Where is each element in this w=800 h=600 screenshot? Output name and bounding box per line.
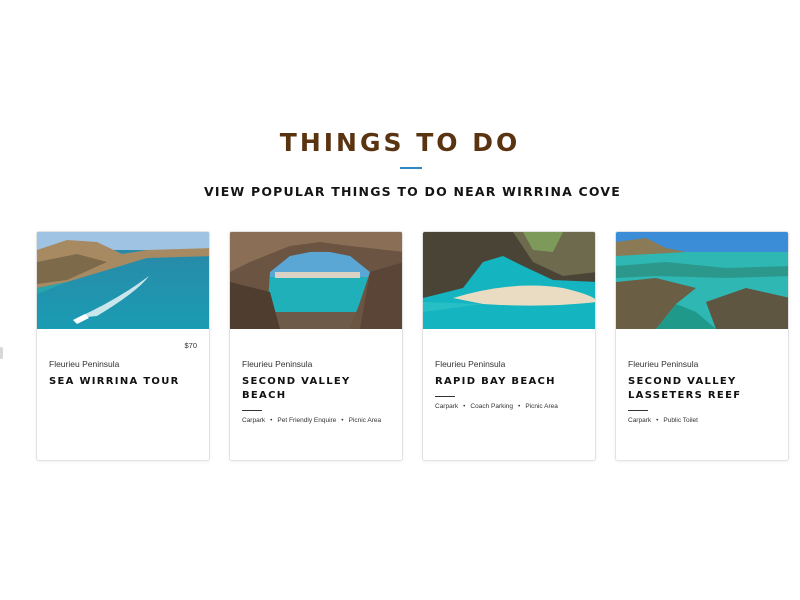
card-region: Fleurieu Peninsula <box>242 359 313 369</box>
card-image-boat-tour[interactable] <box>37 232 210 329</box>
card-price: $70 <box>184 341 197 350</box>
card-region: Fleurieu Peninsula <box>628 359 699 369</box>
card-region: Fleurieu Peninsula <box>435 359 506 369</box>
feature-item: Coach Parking <box>470 403 514 410</box>
card-image-reef[interactable] <box>616 232 789 329</box>
feature-item: Picnic Area <box>348 417 382 424</box>
card-title[interactable]: SECOND VALLEY LASSETERS REEF <box>628 375 778 403</box>
card-features: Carpark • Pet Friendly Enquire • Picnic Area <box>242 417 382 424</box>
things-to-do-section: THINGS TO DO VIEW POPULAR THINGS TO DO N… <box>0 0 800 600</box>
card-rule <box>242 410 262 411</box>
carousel-edge-handle[interactable] <box>0 347 3 359</box>
card-region: Fleurieu Peninsula <box>49 359 120 369</box>
section-subtitle: VIEW POPULAR THINGS TO DO NEAR WIRRINA C… <box>203 184 622 199</box>
card-features: Carpark • Coach Parking • Picnic Area <box>435 403 558 410</box>
feature-item: Carpark <box>628 417 652 424</box>
card-sea-wirrina-tour[interactable]: $70 Fleurieu Peninsula SEA WIRRINA TOUR <box>36 231 210 461</box>
card-second-valley-beach[interactable]: Fleurieu Peninsula SECOND VALLEY BEACH C… <box>229 231 403 461</box>
card-title[interactable]: SECOND VALLEY BEACH <box>242 375 392 403</box>
feature-item: Public Toilet <box>663 417 698 424</box>
title-divider <box>400 167 422 169</box>
section-title: THINGS TO DO <box>279 128 521 157</box>
feature-item: Carpark <box>435 403 459 410</box>
card-image-cove-beach[interactable] <box>423 232 596 329</box>
card-image-rock-arch[interactable] <box>230 232 403 329</box>
card-title[interactable]: SEA WIRRINA TOUR <box>49 375 199 389</box>
feature-item: Pet Friendly Enquire <box>277 417 337 424</box>
card-rule <box>435 396 455 397</box>
feature-item: Picnic Area <box>525 403 558 410</box>
card-rapid-bay-beach[interactable]: Fleurieu Peninsula RAPID BAY BEACH Carpa… <box>422 231 596 461</box>
card-rule <box>628 410 648 411</box>
feature-item: Carpark <box>242 417 266 424</box>
card-second-valley-lasseters-reef[interactable]: Fleurieu Peninsula SECOND VALLEY LASSETE… <box>615 231 789 461</box>
card-title[interactable]: RAPID BAY BEACH <box>435 375 585 389</box>
card-features: Carpark • Public Toilet <box>628 417 698 424</box>
card-list: $70 Fleurieu Peninsula SEA WIRRINA TOUR … <box>36 231 790 461</box>
